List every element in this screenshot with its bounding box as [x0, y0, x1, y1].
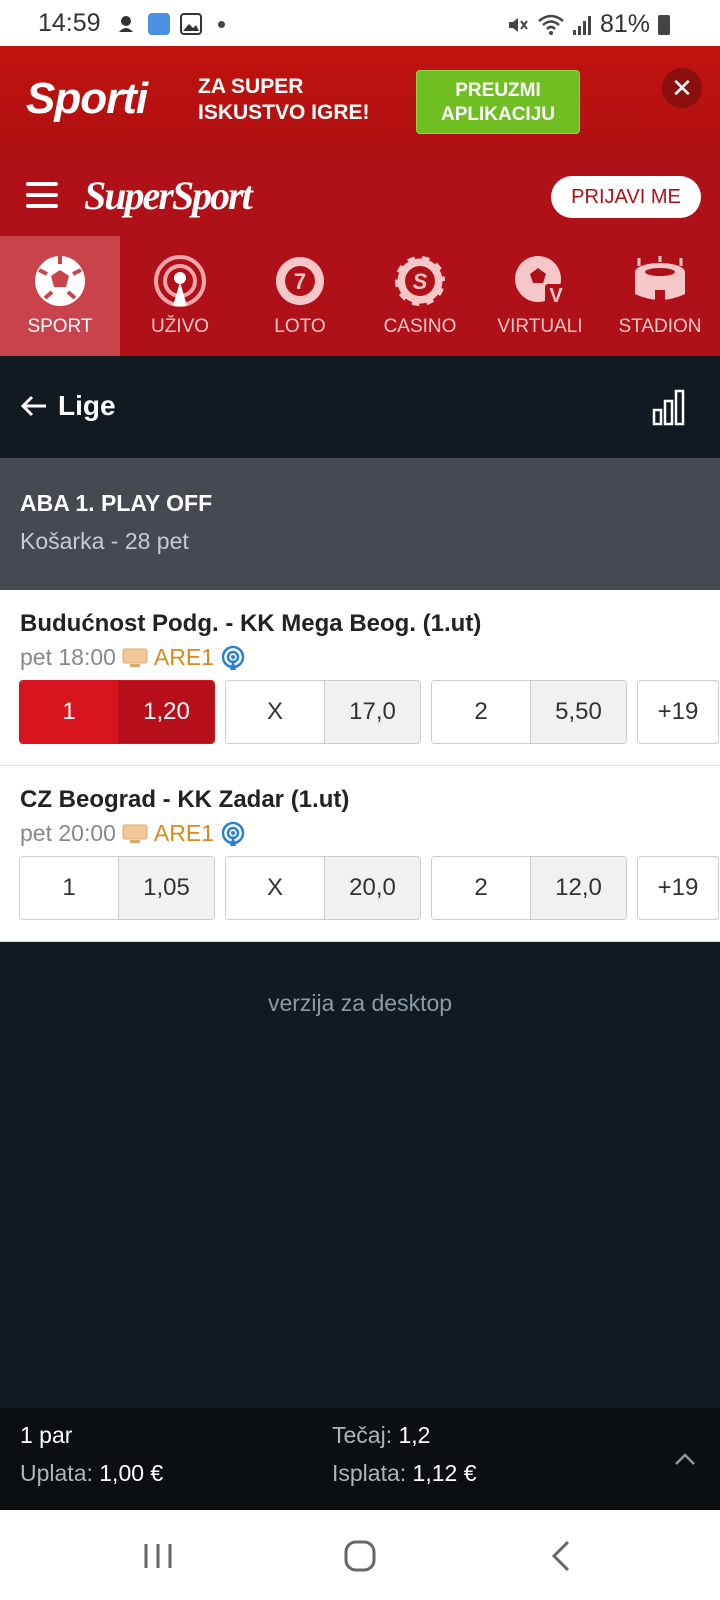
promo-brand: Sporti — [26, 74, 148, 123]
arrow-left-icon — [20, 395, 46, 417]
main-header: SuperSport PRIJAVI ME — [0, 158, 720, 236]
odd-label: 2 — [432, 857, 530, 919]
tab-label: SPORT — [27, 316, 93, 337]
wifi-icon — [538, 14, 564, 35]
stadium-icon — [635, 256, 685, 302]
more-markets-button[interactable]: +19 — [637, 856, 719, 920]
site-logo[interactable]: SuperSport — [84, 172, 253, 219]
more-markets-button[interactable]: +19 — [637, 680, 719, 744]
tab-label: STADION — [618, 316, 702, 337]
stake-value: 1,00 € — [99, 1460, 164, 1486]
tv-channel: ARE1 — [153, 644, 215, 670]
close-icon[interactable]: ✕ — [662, 68, 702, 108]
odd-value: 12,0 — [530, 857, 626, 919]
id-app-icon — [148, 13, 170, 35]
tab-label: UŽIVO — [150, 316, 210, 337]
betslip-pairs: 1 par — [20, 1422, 73, 1448]
svg-text:S: S — [413, 269, 428, 294]
tab-virtual[interactable]: V VIRTUALI — [480, 236, 600, 356]
mute-icon — [508, 17, 528, 32]
live-broadcast-icon — [154, 255, 206, 307]
download-app-button[interactable]: PREUZMI APLIKACIJU — [416, 70, 580, 134]
match-time: pet 18:00 — [20, 644, 116, 670]
notification-app-icon — [119, 16, 133, 32]
odd-away-button[interactable]: 2 5,50 — [431, 680, 627, 744]
odd-value: 20,0 — [324, 857, 420, 919]
odd-label: 1 — [20, 857, 118, 919]
app-promo-banner: Sporti ZA SUPER ISKUSTVO IGRE! PREUZMI A… — [0, 46, 720, 158]
match-row[interactable]: Budućnost Podg. - KK Mega Beog. (1.ut) p… — [0, 590, 720, 766]
svg-text:7: 7 — [294, 269, 306, 294]
casino-chip-icon: S — [393, 254, 447, 308]
odds-value: 1,2 — [398, 1422, 431, 1448]
match-time: pet 20:00 — [20, 820, 116, 846]
tab-loto[interactable]: 7 LOTO — [240, 236, 360, 356]
tv-channel: ARE1 — [153, 820, 215, 846]
virtual-ball-icon: V — [515, 256, 567, 307]
tab-casino[interactable]: S CASINO — [360, 236, 480, 356]
promo-tagline: ZA SUPER ISKUSTVO IGRE! — [198, 75, 370, 124]
home-icon[interactable] — [342, 1538, 378, 1574]
soccer-ball-icon — [35, 256, 85, 306]
tab-label: VIRTUALI — [497, 316, 583, 337]
stake-label: Uplata: — [20, 1460, 93, 1486]
tab-label: LOTO — [274, 316, 326, 337]
chevron-up-icon[interactable] — [674, 1452, 696, 1466]
payout-value: 1,12 € — [412, 1460, 477, 1486]
odd-home-button[interactable]: 1 1,05 — [19, 856, 215, 920]
back-label: Lige — [58, 390, 116, 421]
odds-label: Tečaj: — [332, 1422, 393, 1448]
back-icon[interactable] — [544, 1538, 580, 1574]
odd-draw-button[interactable]: X 17,0 — [225, 680, 421, 744]
league-name: ABA 1. PLAY OFF — [20, 490, 213, 516]
odd-draw-button[interactable]: X 20,0 — [225, 856, 421, 920]
odd-value: 1,05 — [118, 857, 214, 919]
tab-label: CASINO — [383, 316, 457, 337]
desktop-version-link[interactable]: verzija za desktop — [0, 990, 720, 1017]
tv-icon — [122, 648, 148, 667]
gallery-icon — [180, 13, 202, 35]
odd-value: 17,0 — [324, 681, 420, 743]
system-nav-bar — [0, 1510, 720, 1600]
league-subtitle: Košarka - 28 pet — [20, 528, 189, 554]
leagues-subheader: Lige — [0, 356, 720, 458]
status-time: 14:59 — [38, 9, 101, 37]
live-stream-icon — [221, 821, 245, 846]
battery-icon — [658, 14, 670, 35]
lotto-ball-icon: 7 — [276, 257, 324, 305]
odd-label: X — [226, 857, 324, 919]
payout-label: Isplata: — [332, 1460, 407, 1486]
login-button[interactable]: PRIJAVI ME — [551, 176, 701, 218]
odd-value: 1,20 — [118, 681, 214, 743]
signal-icon — [572, 15, 591, 35]
status-bar: 14:59 81% — [0, 0, 720, 46]
main-nav: SPORT UŽIVO 7 LOTO S CASINO V VIRTUALI S… — [0, 236, 720, 356]
bet-slip-bar[interactable]: 1 par Uplata: 1,00 € Tečaj: 1,2 Isplata:… — [0, 1408, 720, 1510]
menu-icon[interactable] — [26, 182, 58, 208]
odd-away-button[interactable]: 2 12,0 — [431, 856, 627, 920]
match-row[interactable]: CZ Beograd - KK Zadar (1.ut) pet 20:00 A… — [0, 766, 720, 942]
tab-stadium[interactable]: STADION — [600, 236, 720, 356]
live-stream-icon — [221, 645, 245, 670]
tab-sport[interactable]: SPORT — [0, 236, 120, 356]
svg-text:V: V — [549, 285, 563, 307]
league-header: ABA 1. PLAY OFF Košarka - 28 pet — [0, 458, 720, 590]
tab-live[interactable]: UŽIVO — [120, 236, 240, 356]
match-title: Budućnost Podg. - KK Mega Beog. (1.ut) — [20, 610, 482, 637]
odd-label: 2 — [432, 681, 530, 743]
tv-icon — [122, 824, 148, 843]
odd-label: 1 — [20, 681, 118, 743]
odd-home-button[interactable]: 1 1,20 — [19, 680, 215, 744]
battery-percent: 81% — [599, 10, 650, 38]
odd-value: 5,50 — [530, 681, 626, 743]
match-title: CZ Beograd - KK Zadar (1.ut) — [20, 786, 350, 813]
back-to-leagues-button[interactable]: Lige — [20, 390, 116, 422]
statistics-icon[interactable] — [652, 388, 686, 426]
odd-label: X — [226, 681, 324, 743]
recent-apps-icon[interactable] — [140, 1538, 176, 1574]
more-notifications-icon — [218, 20, 225, 28]
